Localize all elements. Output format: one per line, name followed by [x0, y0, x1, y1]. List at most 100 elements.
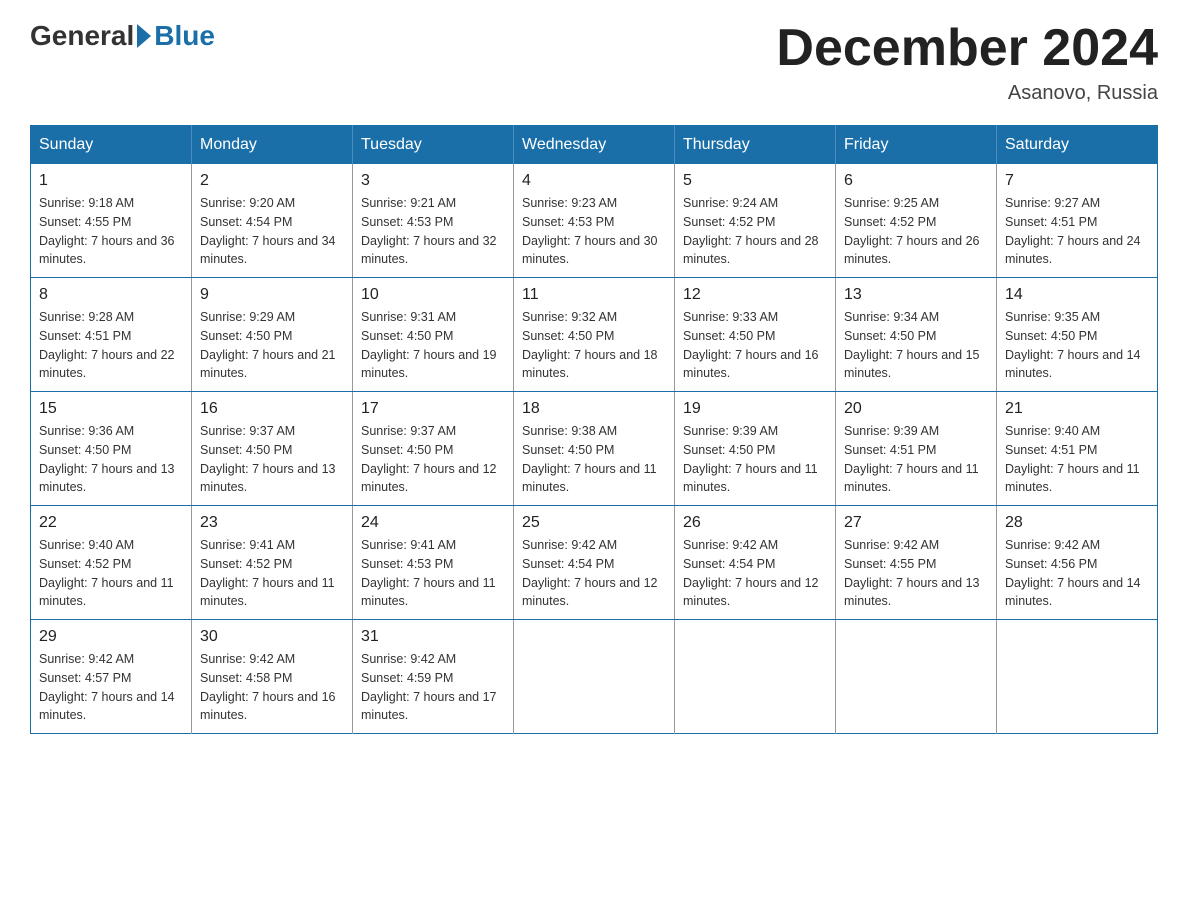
day-info: Sunrise: 9:31 AMSunset: 4:50 PMDaylight:…: [361, 308, 505, 383]
calendar-cell: 25 Sunrise: 9:42 AMSunset: 4:54 PMDaylig…: [514, 506, 675, 620]
calendar-week-4: 22 Sunrise: 9:40 AMSunset: 4:52 PMDaylig…: [31, 506, 1158, 620]
day-info: Sunrise: 9:23 AMSunset: 4:53 PMDaylight:…: [522, 194, 666, 269]
calendar-cell: 27 Sunrise: 9:42 AMSunset: 4:55 PMDaylig…: [836, 506, 997, 620]
day-number: 25: [522, 514, 666, 532]
day-number: 1: [39, 172, 183, 190]
day-info: Sunrise: 9:28 AMSunset: 4:51 PMDaylight:…: [39, 308, 183, 383]
day-info: Sunrise: 9:18 AMSunset: 4:55 PMDaylight:…: [39, 194, 183, 269]
calendar-cell: 23 Sunrise: 9:41 AMSunset: 4:52 PMDaylig…: [192, 506, 353, 620]
day-number: 27: [844, 514, 988, 532]
calendar-cell: 10 Sunrise: 9:31 AMSunset: 4:50 PMDaylig…: [353, 278, 514, 392]
calendar-cell: 1 Sunrise: 9:18 AMSunset: 4:55 PMDayligh…: [31, 164, 192, 278]
day-info: Sunrise: 9:42 AMSunset: 4:54 PMDaylight:…: [522, 536, 666, 611]
calendar-cell: 30 Sunrise: 9:42 AMSunset: 4:58 PMDaylig…: [192, 620, 353, 734]
logo: General Blue: [30, 20, 215, 52]
calendar-cell: 31 Sunrise: 9:42 AMSunset: 4:59 PMDaylig…: [353, 620, 514, 734]
col-friday: Friday: [836, 126, 997, 165]
day-number: 5: [683, 172, 827, 190]
calendar-cell: 8 Sunrise: 9:28 AMSunset: 4:51 PMDayligh…: [31, 278, 192, 392]
day-info: Sunrise: 9:40 AMSunset: 4:52 PMDaylight:…: [39, 536, 183, 611]
day-number: 23: [200, 514, 344, 532]
calendar-cell: 7 Sunrise: 9:27 AMSunset: 4:51 PMDayligh…: [997, 164, 1158, 278]
day-number: 9: [200, 286, 344, 304]
location-text: Asanovo, Russia: [776, 82, 1158, 105]
day-number: 12: [683, 286, 827, 304]
day-number: 19: [683, 400, 827, 418]
calendar-cell: 18 Sunrise: 9:38 AMSunset: 4:50 PMDaylig…: [514, 392, 675, 506]
calendar-cell: 11 Sunrise: 9:32 AMSunset: 4:50 PMDaylig…: [514, 278, 675, 392]
day-number: 6: [844, 172, 988, 190]
calendar-cell: [836, 620, 997, 734]
day-info: Sunrise: 9:37 AMSunset: 4:50 PMDaylight:…: [361, 422, 505, 497]
day-number: 8: [39, 286, 183, 304]
day-info: Sunrise: 9:42 AMSunset: 4:59 PMDaylight:…: [361, 650, 505, 725]
calendar-cell: 20 Sunrise: 9:39 AMSunset: 4:51 PMDaylig…: [836, 392, 997, 506]
calendar-cell: 29 Sunrise: 9:42 AMSunset: 4:57 PMDaylig…: [31, 620, 192, 734]
day-info: Sunrise: 9:25 AMSunset: 4:52 PMDaylight:…: [844, 194, 988, 269]
calendar-week-3: 15 Sunrise: 9:36 AMSunset: 4:50 PMDaylig…: [31, 392, 1158, 506]
day-info: Sunrise: 9:29 AMSunset: 4:50 PMDaylight:…: [200, 308, 344, 383]
day-number: 21: [1005, 400, 1149, 418]
title-section: December 2024 Asanovo, Russia: [776, 20, 1158, 105]
day-number: 3: [361, 172, 505, 190]
calendar-cell: 19 Sunrise: 9:39 AMSunset: 4:50 PMDaylig…: [675, 392, 836, 506]
calendar-week-2: 8 Sunrise: 9:28 AMSunset: 4:51 PMDayligh…: [31, 278, 1158, 392]
calendar-week-5: 29 Sunrise: 9:42 AMSunset: 4:57 PMDaylig…: [31, 620, 1158, 734]
day-number: 28: [1005, 514, 1149, 532]
day-number: 20: [844, 400, 988, 418]
col-tuesday: Tuesday: [353, 126, 514, 165]
calendar-cell: 2 Sunrise: 9:20 AMSunset: 4:54 PMDayligh…: [192, 164, 353, 278]
day-info: Sunrise: 9:21 AMSunset: 4:53 PMDaylight:…: [361, 194, 505, 269]
day-number: 30: [200, 628, 344, 646]
calendar-cell: 16 Sunrise: 9:37 AMSunset: 4:50 PMDaylig…: [192, 392, 353, 506]
day-number: 4: [522, 172, 666, 190]
day-info: Sunrise: 9:42 AMSunset: 4:57 PMDaylight:…: [39, 650, 183, 725]
day-info: Sunrise: 9:42 AMSunset: 4:58 PMDaylight:…: [200, 650, 344, 725]
calendar-cell: [675, 620, 836, 734]
day-number: 22: [39, 514, 183, 532]
calendar-cell: 21 Sunrise: 9:40 AMSunset: 4:51 PMDaylig…: [997, 392, 1158, 506]
logo-general-text: General: [30, 20, 134, 52]
day-info: Sunrise: 9:42 AMSunset: 4:54 PMDaylight:…: [683, 536, 827, 611]
calendar-cell: 6 Sunrise: 9:25 AMSunset: 4:52 PMDayligh…: [836, 164, 997, 278]
day-info: Sunrise: 9:42 AMSunset: 4:55 PMDaylight:…: [844, 536, 988, 611]
calendar-cell: 24 Sunrise: 9:41 AMSunset: 4:53 PMDaylig…: [353, 506, 514, 620]
calendar-cell: 22 Sunrise: 9:40 AMSunset: 4:52 PMDaylig…: [31, 506, 192, 620]
day-info: Sunrise: 9:40 AMSunset: 4:51 PMDaylight:…: [1005, 422, 1149, 497]
day-info: Sunrise: 9:33 AMSunset: 4:50 PMDaylight:…: [683, 308, 827, 383]
day-number: 26: [683, 514, 827, 532]
day-info: Sunrise: 9:37 AMSunset: 4:50 PMDaylight:…: [200, 422, 344, 497]
calendar-cell: 17 Sunrise: 9:37 AMSunset: 4:50 PMDaylig…: [353, 392, 514, 506]
day-number: 18: [522, 400, 666, 418]
col-sunday: Sunday: [31, 126, 192, 165]
calendar-cell: 26 Sunrise: 9:42 AMSunset: 4:54 PMDaylig…: [675, 506, 836, 620]
calendar-header-row: Sunday Monday Tuesday Wednesday Thursday…: [31, 126, 1158, 165]
calendar-cell: 12 Sunrise: 9:33 AMSunset: 4:50 PMDaylig…: [675, 278, 836, 392]
day-number: 2: [200, 172, 344, 190]
day-number: 15: [39, 400, 183, 418]
logo-arrow-icon: [137, 24, 151, 48]
day-number: 14: [1005, 286, 1149, 304]
day-number: 31: [361, 628, 505, 646]
day-info: Sunrise: 9:42 AMSunset: 4:56 PMDaylight:…: [1005, 536, 1149, 611]
calendar-cell: 5 Sunrise: 9:24 AMSunset: 4:52 PMDayligh…: [675, 164, 836, 278]
page-header: General Blue December 2024 Asanovo, Russ…: [30, 20, 1158, 105]
month-title: December 2024: [776, 20, 1158, 77]
day-info: Sunrise: 9:38 AMSunset: 4:50 PMDaylight:…: [522, 422, 666, 497]
day-number: 29: [39, 628, 183, 646]
day-info: Sunrise: 9:32 AMSunset: 4:50 PMDaylight:…: [522, 308, 666, 383]
day-number: 24: [361, 514, 505, 532]
day-number: 10: [361, 286, 505, 304]
day-info: Sunrise: 9:24 AMSunset: 4:52 PMDaylight:…: [683, 194, 827, 269]
calendar-cell: 28 Sunrise: 9:42 AMSunset: 4:56 PMDaylig…: [997, 506, 1158, 620]
day-info: Sunrise: 9:41 AMSunset: 4:53 PMDaylight:…: [361, 536, 505, 611]
calendar-cell: 3 Sunrise: 9:21 AMSunset: 4:53 PMDayligh…: [353, 164, 514, 278]
day-number: 16: [200, 400, 344, 418]
calendar-week-1: 1 Sunrise: 9:18 AMSunset: 4:55 PMDayligh…: [31, 164, 1158, 278]
col-saturday: Saturday: [997, 126, 1158, 165]
day-info: Sunrise: 9:36 AMSunset: 4:50 PMDaylight:…: [39, 422, 183, 497]
calendar-cell: 9 Sunrise: 9:29 AMSunset: 4:50 PMDayligh…: [192, 278, 353, 392]
logo-blue-text: Blue: [154, 20, 215, 52]
col-wednesday: Wednesday: [514, 126, 675, 165]
day-number: 13: [844, 286, 988, 304]
